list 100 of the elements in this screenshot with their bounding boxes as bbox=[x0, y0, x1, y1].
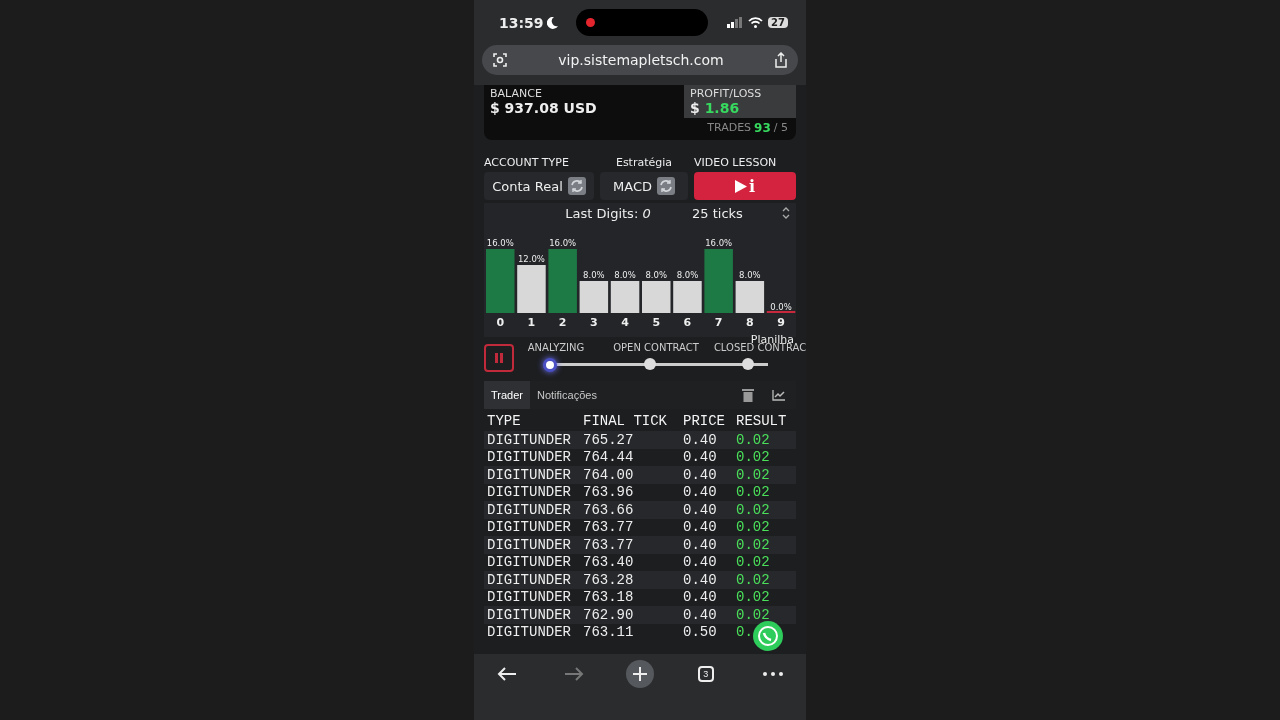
table-cell: 763.77 bbox=[583, 536, 634, 553]
table-cell: 0.02 bbox=[736, 484, 770, 501]
strategy-select[interactable]: MACD bbox=[600, 172, 688, 200]
table-cell: 765.27 bbox=[583, 431, 634, 448]
table-cell: 763.18 bbox=[583, 589, 634, 606]
pause-icon bbox=[494, 352, 504, 364]
table-cell: 0.40 bbox=[683, 501, 717, 518]
table-cell: 0.02 bbox=[736, 466, 770, 483]
step-label: OPEN CONTRACT bbox=[613, 342, 699, 353]
pause-button[interactable] bbox=[484, 344, 514, 372]
column-header: TYPE bbox=[487, 413, 521, 429]
tabs-button[interactable]: 3 bbox=[697, 666, 714, 682]
video-lesson-label: VIDEO LESSON bbox=[694, 156, 778, 171]
back-arrow-icon bbox=[497, 666, 518, 682]
refresh-icon[interactable] bbox=[567, 177, 586, 195]
table-cell: 764.00 bbox=[583, 466, 634, 483]
refresh-icon[interactable] bbox=[657, 177, 675, 195]
table-cell: 0.40 bbox=[683, 449, 717, 466]
trades-limit: / 5 bbox=[773, 121, 788, 135]
wifi-icon bbox=[748, 17, 764, 28]
table-cell: DIGITUNDER bbox=[487, 571, 571, 588]
table-cell: 0.40 bbox=[683, 554, 717, 571]
table-cell: 0.02 bbox=[736, 536, 770, 553]
table-cell: DIGITUNDER bbox=[487, 519, 571, 536]
table-cell: 0.02 bbox=[736, 501, 770, 518]
table-cell: 763.77 bbox=[583, 519, 634, 536]
step-label: ANALYZING bbox=[527, 342, 585, 353]
table-cell: DIGITUNDER bbox=[487, 624, 571, 641]
updown-icon[interactable] bbox=[782, 207, 790, 219]
scan-icon[interactable] bbox=[492, 52, 508, 68]
trash-icon[interactable] bbox=[742, 388, 754, 402]
table-cell: 762.90 bbox=[583, 606, 634, 623]
column-header: FINAL TICK bbox=[583, 413, 667, 429]
table-cell: 763.28 bbox=[583, 571, 634, 588]
digit-label: 6 bbox=[683, 316, 692, 329]
table-cell: DIGITUNDER bbox=[487, 431, 571, 448]
digit-label: 1 bbox=[527, 316, 536, 329]
table-cell: 763.66 bbox=[583, 501, 634, 518]
column-header: RESULT bbox=[736, 413, 787, 429]
currency-sign: $ bbox=[690, 100, 700, 116]
table-cell: 0.02 bbox=[736, 589, 770, 606]
strategy-label: Estratégia bbox=[614, 156, 674, 171]
plus-icon bbox=[633, 667, 647, 681]
tab[interactable]: Notificações bbox=[530, 381, 604, 409]
value-label: 8.0% bbox=[676, 270, 699, 280]
step-label: CLOSED CONTRAC bbox=[713, 342, 806, 353]
value-label: 16.0% bbox=[549, 238, 577, 248]
chat-bubble-icon[interactable] bbox=[752, 620, 784, 652]
balance-label: BALANCE bbox=[490, 87, 543, 100]
table-cell: 0.02 bbox=[736, 449, 770, 466]
value-label: 8.0% bbox=[645, 270, 668, 280]
address-bar[interactable]: vip.sistemapletsch.com bbox=[482, 45, 798, 75]
value-label: 16.0% bbox=[486, 238, 514, 248]
new-tab-button[interactable] bbox=[626, 660, 654, 688]
value-label: 12.0% bbox=[517, 254, 545, 264]
table-cell: DIGITUNDER bbox=[487, 589, 571, 606]
table-cell: 0.02 bbox=[736, 554, 770, 571]
digit-label: 7 bbox=[714, 316, 723, 329]
table-cell: DIGITUNDER bbox=[487, 484, 571, 501]
digit-label: 5 bbox=[652, 316, 661, 329]
profit-loss-value: 1.86 bbox=[704, 100, 740, 116]
digit-label: 9 bbox=[777, 316, 785, 329]
digits-title: Last Digits: 0 bbox=[564, 205, 652, 221]
chart-icon[interactable] bbox=[772, 389, 786, 401]
table-cell: 764.44 bbox=[583, 449, 634, 466]
value-label: 8.0% bbox=[614, 270, 636, 280]
value-label: 8.0% bbox=[583, 270, 605, 280]
digit-label: 4 bbox=[621, 316, 629, 329]
clock: 13:59 bbox=[499, 14, 544, 31]
table-cell: 0.40 bbox=[683, 484, 717, 501]
table-cell: 0.02 bbox=[736, 431, 770, 448]
table-cell: DIGITUNDER bbox=[487, 501, 571, 518]
table-cell: 763.40 bbox=[583, 554, 634, 571]
play-icon bbox=[734, 179, 747, 193]
table-cell: 763.11 bbox=[583, 624, 634, 641]
moon-icon bbox=[546, 16, 558, 29]
forward-arrow-icon bbox=[564, 666, 585, 682]
table-cell: 763.96 bbox=[583, 484, 634, 501]
table-cell: 0.02 bbox=[736, 519, 770, 536]
battery-indicator: 27 bbox=[768, 17, 788, 28]
profit-loss-label: PROFIT/LOSS bbox=[690, 87, 763, 100]
table-cell: 0.02 bbox=[736, 606, 770, 623]
account-type-select[interactable]: Conta Real bbox=[484, 172, 594, 200]
share-icon[interactable] bbox=[774, 52, 788, 68]
tab[interactable]: Trader bbox=[484, 381, 530, 409]
table-cell: 0.02 bbox=[736, 571, 770, 588]
value-label: 16.0% bbox=[705, 238, 733, 248]
ticks-select[interactable]: 25 ticks bbox=[692, 205, 782, 221]
digit-label: 2 bbox=[558, 316, 567, 329]
table-cell: 0.40 bbox=[683, 431, 717, 448]
video-lesson-button[interactable]: i bbox=[694, 172, 796, 200]
table-cell: 0.40 bbox=[683, 466, 717, 483]
column-header: PRICE bbox=[683, 413, 725, 429]
account-type-label: ACCOUNT TYPE bbox=[484, 156, 570, 171]
table-cell: DIGITUNDER bbox=[487, 536, 571, 553]
digit-label: 8 bbox=[746, 316, 754, 329]
table-cell: 0.50 bbox=[683, 624, 717, 641]
trades-label: TRADES bbox=[707, 121, 752, 135]
value-label: 0.0% bbox=[770, 302, 792, 312]
table-cell: DIGITUNDER bbox=[487, 449, 571, 466]
